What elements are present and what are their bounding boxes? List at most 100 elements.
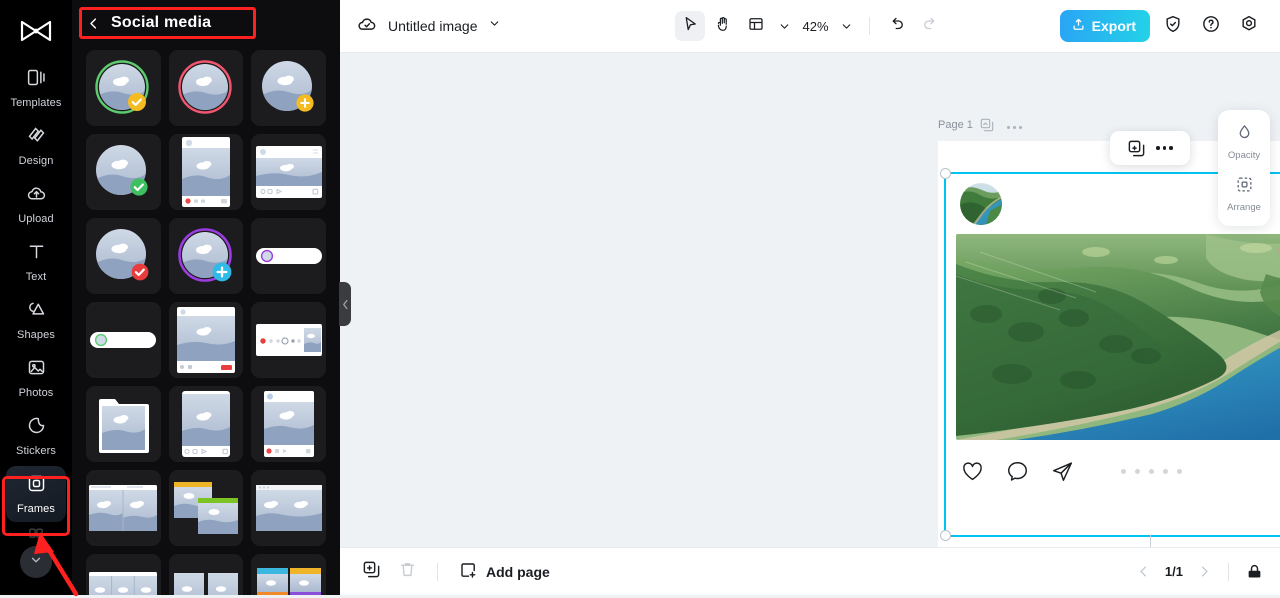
select-tool-button[interactable]	[675, 11, 706, 41]
frame-thumb-post-portrait[interactable]	[168, 134, 244, 210]
sidebar-item-templates[interactable]: Templates	[6, 60, 66, 116]
sidebar-item-upload[interactable]: Upload	[6, 176, 66, 232]
frame-thumb-circle-plain-plus[interactable]	[251, 50, 326, 126]
sidebar-item-text[interactable]: Text	[6, 234, 66, 290]
sidebar-item-shapes[interactable]: Shapes	[6, 292, 66, 348]
duplicate-plus-icon[interactable]	[1127, 139, 1146, 158]
sidebar-item-label: Stickers	[16, 445, 56, 457]
avatar[interactable]	[960, 183, 1002, 225]
page-actions	[979, 117, 1022, 138]
page-navigation: 1/1	[1136, 562, 1264, 581]
frame-thumb-stacked-windows-yellow-green[interactable]	[168, 470, 244, 546]
sidebar-item-label: Frames	[17, 503, 55, 515]
previous-page-button[interactable]	[1136, 564, 1151, 579]
export-button[interactable]: Export	[1059, 10, 1150, 42]
frame-thumb-circle-plain-green-check[interactable]	[86, 134, 161, 210]
expand-more-tools-button[interactable]	[20, 546, 52, 578]
frame-thumb-phone-portrait[interactable]	[168, 386, 244, 462]
opacity-button[interactable]: Opacity	[1221, 118, 1267, 166]
frame-thumb-pill-bar-purple[interactable]	[251, 218, 326, 294]
opacity-label: Opacity	[1227, 150, 1261, 161]
sidebar-item-design[interactable]: Design	[6, 118, 66, 174]
text-icon	[26, 241, 47, 267]
frame-thumb-bar-wide-thumb[interactable]	[251, 302, 326, 378]
panel-title: Social media	[111, 14, 212, 31]
templates-icon	[26, 67, 47, 93]
trash-icon	[398, 560, 417, 584]
layout-tool-button[interactable]	[741, 11, 771, 41]
rotate-stem	[1150, 535, 1151, 547]
sidebar-item-label: Upload	[18, 213, 54, 225]
center-tool-group: 42%	[675, 11, 944, 41]
frame-thumb-quad-color-grid[interactable]	[251, 554, 326, 595]
frame-thumb-post-square[interactable]	[251, 386, 326, 462]
frame-thumb-folder-shape[interactable]	[86, 386, 161, 462]
redo-button[interactable]	[915, 11, 945, 41]
frames-grid	[72, 46, 340, 595]
frame-thumb-window-portrait-red[interactable]	[168, 302, 244, 378]
sidebar-item-photos[interactable]: Photos	[6, 350, 66, 406]
upload-box-icon	[1071, 17, 1086, 35]
duplicate-page-icon[interactable]	[979, 117, 995, 138]
redo-arrow-icon	[921, 15, 939, 38]
frame-thumb-split-two-pane[interactable]	[86, 470, 161, 546]
undo-button[interactable]	[882, 11, 912, 41]
resize-handle-bottom-left[interactable]	[940, 530, 951, 541]
frame-thumb-circle-ring-green-check[interactable]	[86, 50, 161, 126]
comment-bubble-icon[interactable]	[1005, 459, 1030, 484]
frames-icon	[26, 473, 47, 499]
selected-frame[interactable]	[940, 168, 1280, 541]
chevron-down-icon[interactable]	[488, 17, 501, 35]
like-heart-icon[interactable]	[960, 459, 985, 484]
post-action-bar	[946, 440, 1280, 502]
security-button[interactable]	[1158, 11, 1188, 41]
frame-thumb-circle-plain-red-check[interactable]	[86, 218, 161, 294]
duplicate-page-button[interactable]	[356, 557, 386, 587]
next-page-button[interactable]	[1197, 564, 1212, 579]
shield-check-icon	[1163, 14, 1183, 39]
share-paperplane-icon[interactable]	[1050, 459, 1075, 484]
collapse-panel-handle[interactable]	[339, 282, 351, 326]
frame-thumb-triple-pane[interactable]	[86, 554, 161, 595]
carousel-dots	[1120, 468, 1182, 474]
frame-thumb-browser-two-image[interactable]	[251, 470, 326, 546]
arrange-button[interactable]: Arrange	[1221, 170, 1267, 218]
chevron-down-icon[interactable]	[836, 20, 857, 33]
frames-panel: Social media	[72, 0, 351, 595]
opacity-droplet-icon	[1235, 123, 1254, 147]
export-label: Export	[1091, 18, 1136, 34]
frame-thumb-two-pane[interactable]	[168, 554, 244, 595]
divider	[1228, 562, 1229, 581]
frame-thumb-circle-ring-pink[interactable]	[168, 50, 244, 126]
add-page-button[interactable]: Add page	[453, 561, 556, 583]
canvas-area[interactable]: Page 1 Opacity Arrange	[340, 53, 1280, 547]
sidebar-item-frames[interactable]: Frames	[6, 466, 66, 522]
photos-icon	[26, 357, 47, 383]
lock-button[interactable]	[1245, 562, 1264, 581]
capcut-logo[interactable]	[14, 12, 58, 52]
top-toolbar: Untitled image 42% Export	[340, 0, 1280, 53]
frame-thumb-pill-bar-green[interactable]	[86, 302, 161, 378]
delete-page-button[interactable]	[392, 557, 422, 587]
main-area: Untitled image 42% Export Page 1 Opacity…	[340, 0, 1280, 595]
chevron-left-icon[interactable]	[86, 16, 101, 31]
hand-icon	[714, 15, 732, 38]
help-button[interactable]	[1196, 11, 1226, 41]
document-title: Untitled image	[388, 18, 478, 34]
frame-thumb-post-landscape[interactable]	[251, 134, 326, 210]
sidebar-item-label: Templates	[10, 97, 62, 109]
design-icon	[26, 125, 47, 151]
gear-hex-icon	[1239, 14, 1259, 39]
question-circle-icon	[1201, 14, 1221, 39]
document-title-group[interactable]: Untitled image	[356, 13, 501, 40]
add-page-icon	[459, 561, 478, 583]
lake-forest-photo[interactable]	[956, 234, 1280, 440]
settings-button[interactable]	[1234, 11, 1264, 41]
hand-tool-button[interactable]	[708, 11, 738, 41]
resize-handle-top-left[interactable]	[940, 168, 951, 179]
more-dots-icon[interactable]	[1007, 125, 1022, 130]
sidebar-item-stickers[interactable]: Stickers	[6, 408, 66, 464]
chevron-down-icon[interactable]	[774, 20, 795, 33]
more-dots-icon[interactable]	[1156, 146, 1173, 150]
frame-thumb-circle-ring-purple-plus[interactable]	[168, 218, 244, 294]
